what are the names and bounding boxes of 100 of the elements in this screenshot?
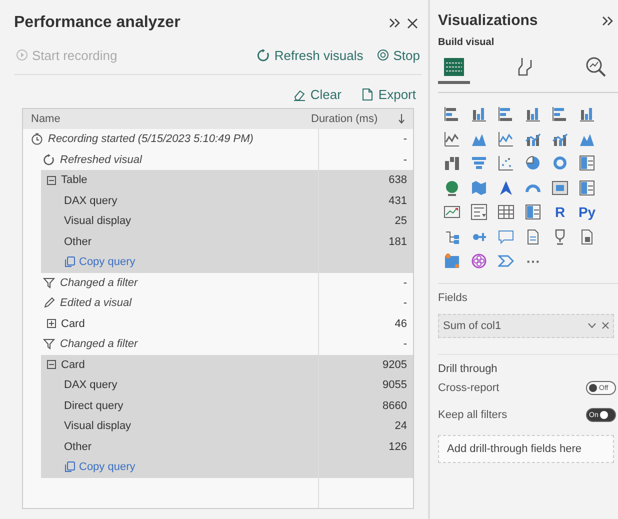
duration-value: 46: [394, 318, 408, 330]
section-label: Drill through: [438, 362, 498, 374]
duration-value: -: [402, 338, 408, 350]
scatter-chart-icon: [498, 155, 514, 171]
visual-name[interactable]: Card: [61, 358, 85, 371]
line-chart-icon: [444, 130, 460, 146]
expand-box-icon[interactable]: [47, 319, 56, 328]
bar-chart-icon: [552, 106, 568, 122]
event-label: Edited a visual: [60, 297, 132, 310]
visual-name[interactable]: Card: [61, 318, 85, 330]
document-icon: [525, 228, 541, 244]
collapse-box-icon[interactable]: [47, 176, 56, 185]
duration-value: 638: [388, 174, 408, 186]
chevron-shape-icon: [498, 253, 514, 269]
visual-name[interactable]: Table: [61, 174, 88, 186]
collapse-icon: [389, 17, 401, 29]
pane-title: Visualizations: [438, 12, 538, 29]
metric-name: Visual display: [64, 215, 132, 228]
expand-pane-icon: [602, 14, 614, 26]
column-header[interactable]: Name: [23, 113, 303, 125]
pie-chart-icon: [525, 155, 541, 171]
copy-icon: [64, 461, 76, 474]
decomposition-tree-icon: [444, 228, 460, 244]
bar-chart-icon: [444, 106, 460, 122]
bar-chart-icon: [498, 106, 514, 122]
waterfall-chart-icon: [444, 155, 460, 171]
copy-icon: [64, 256, 76, 268]
collapse-box-icon[interactable]: [47, 360, 56, 370]
chevron-down-icon: [588, 322, 596, 328]
grid-icon: [579, 180, 595, 196]
refresh-icon: [257, 48, 270, 62]
navigation-arrow-icon: [498, 180, 514, 196]
export-button[interactable]: Export: [359, 87, 418, 102]
duration-value: 9055: [382, 379, 408, 392]
stopwatch-icon: [31, 133, 43, 146]
event-label: Changed a filter: [60, 276, 138, 289]
play-icon: [16, 49, 28, 61]
duration-value: -: [402, 276, 408, 289]
grid-icon: [525, 204, 541, 220]
event-label: Changed a filter: [60, 338, 138, 350]
stop-icon: [377, 49, 390, 61]
panel-title: Performance analyzer: [14, 14, 180, 32]
card-icon: [552, 180, 568, 196]
duration-value: -: [402, 133, 408, 146]
duration-value: 8660: [382, 400, 408, 412]
duration-value: 25: [394, 215, 408, 228]
duration-value: 9205: [382, 358, 408, 371]
combo-chart-icon: [552, 130, 568, 146]
duration-value: -: [402, 154, 408, 166]
column-chart-icon: [471, 106, 487, 122]
event-label: Refreshed visual: [60, 154, 142, 166]
duration-value: 431: [388, 194, 408, 207]
script-visual-button[interactable]: Py: [575, 201, 599, 223]
slicer-icon: [471, 204, 487, 220]
refresh-icon: [43, 154, 55, 166]
flower-icon: [471, 253, 487, 269]
metric-name: DAX query: [64, 379, 118, 392]
toggle-label: Cross-report: [438, 382, 500, 394]
speech-bubble-icon: [498, 228, 514, 244]
duration-value: 126: [388, 440, 408, 453]
metric-name: Direct query: [64, 400, 124, 412]
metric-name: Other: [64, 440, 92, 453]
more-button[interactable]: ⋯: [521, 250, 545, 272]
event-label: Recording started (5/15/2023 5:10:49 PM): [48, 133, 254, 146]
section-label: Fields: [438, 292, 468, 304]
duration-value: -: [402, 297, 408, 310]
build-visual-icon: [443, 56, 465, 78]
duration-value: 181: [388, 236, 408, 248]
section-label: Build visual: [438, 37, 496, 48]
combo-chart-icon: [525, 130, 541, 146]
toggle-label: Keep all filters: [438, 409, 508, 421]
eraser-icon: [293, 88, 306, 100]
field-name: Sum of col1: [443, 320, 502, 332]
script-visual-button[interactable]: R: [548, 201, 572, 223]
drop-zone[interactable]: Add drill-through fields here: [438, 434, 614, 462]
clear-button[interactable]: Clear: [291, 87, 344, 102]
grid-icon: [579, 155, 595, 171]
kpi-icon: [444, 204, 460, 220]
refresh-button[interactable]: Refresh visuals: [255, 48, 366, 62]
report-icon: [579, 228, 595, 244]
metric-name: Other: [64, 236, 92, 248]
stop-button[interactable]: Stop: [375, 48, 422, 62]
column-header[interactable]: Duration (ms): [303, 113, 394, 125]
globe-icon: [444, 180, 460, 196]
filter-icon: [43, 276, 55, 289]
filter-icon: [43, 338, 55, 350]
metric-name: DAX query: [64, 194, 118, 207]
donut-chart-icon: [552, 155, 568, 171]
duration-value: 24: [394, 420, 408, 432]
sort-icon: [398, 114, 405, 124]
map-icon: [471, 180, 487, 196]
pencil-icon: [43, 297, 55, 310]
line-chart-icon: [498, 130, 514, 146]
metric-name: Visual display: [64, 420, 132, 432]
close-icon: [602, 322, 609, 329]
table-icon: [498, 204, 514, 220]
copy-query-link[interactable]: Copy query: [64, 256, 136, 268]
export-icon: [361, 88, 374, 101]
copy-query-link[interactable]: Copy query: [64, 461, 136, 474]
field-well[interactable]: Sum of col1: [438, 314, 614, 338]
